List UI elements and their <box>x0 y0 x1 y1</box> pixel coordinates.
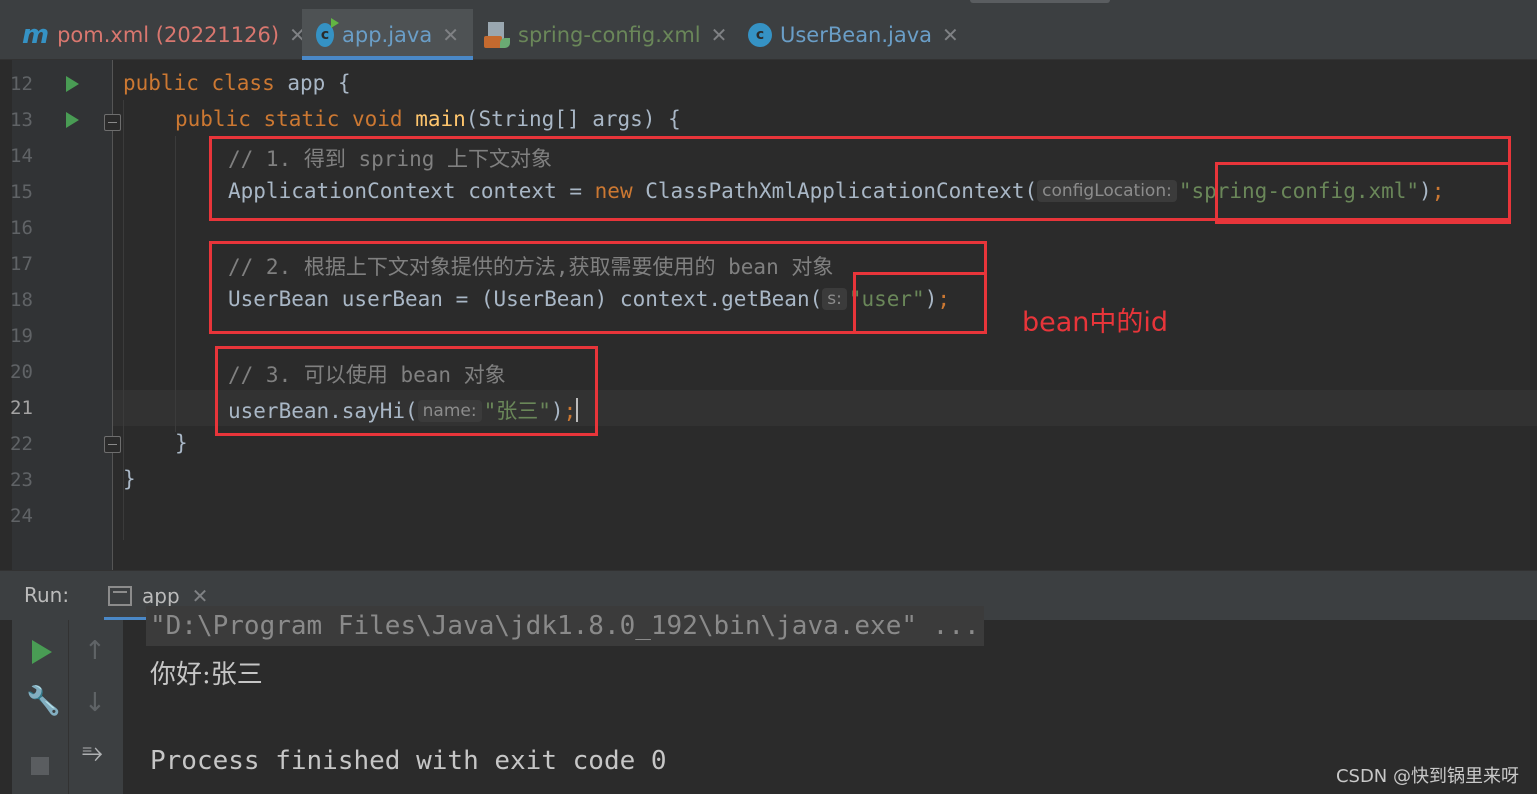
tab-label: spring-config.xml <box>518 22 701 47</box>
java-class-icon: c <box>748 22 772 47</box>
line-number: 17 <box>10 253 33 275</box>
line-number: 20 <box>10 361 33 383</box>
watermark: CSDN @快到锅里来呀 <box>1335 766 1519 787</box>
run-label: Run: <box>24 583 70 607</box>
console-command-line: "D:\Program Files\Java\jdk1.8.0_192\bin\… <box>146 606 984 646</box>
indent-guide <box>175 136 176 432</box>
xml-spring-icon <box>484 21 510 48</box>
stop-icon[interactable] <box>31 757 49 775</box>
line-number: 15 <box>10 181 33 203</box>
tab-label: UserBean.java <box>780 22 933 47</box>
console-exit-line: Process finished with exit code 0 <box>150 746 667 776</box>
fold-icon[interactable] <box>104 436 121 453</box>
tab-label: pom.xml (20221126) <box>57 22 280 47</box>
highlight-box-bean-id <box>853 272 987 334</box>
console-window-icon <box>108 586 132 606</box>
fold-icon[interactable] <box>104 114 121 131</box>
title-strip <box>0 0 1537 9</box>
console-output-line: 你好:张三 <box>150 660 263 690</box>
run-tab-label: app <box>142 584 180 608</box>
highlight-box-config-location <box>1215 162 1511 224</box>
code-line-13: public static void main(String[] args) { <box>175 107 681 131</box>
tab-app-java[interactable]: c app.java ✕ <box>302 9 473 60</box>
close-icon[interactable]: ✕ <box>192 584 209 608</box>
line-number: 13 <box>10 109 33 131</box>
line-number: 24 <box>10 505 33 527</box>
code-line-23: } <box>123 467 136 491</box>
tab-label: app.java <box>342 22 433 47</box>
down-arrow-icon[interactable]: ↓ <box>84 688 106 718</box>
close-icon[interactable]: ✕ <box>711 23 728 47</box>
line-number: 23 <box>10 469 33 491</box>
code-line-22: } <box>175 431 188 455</box>
run-icon[interactable] <box>32 640 52 664</box>
run-class-icon[interactable] <box>66 76 79 92</box>
line-number: 18 <box>10 289 33 311</box>
line-number: 19 <box>10 325 33 347</box>
java-class-run-icon: c <box>316 17 340 47</box>
close-icon[interactable]: ✕ <box>442 23 459 47</box>
code-line-12: public class app { <box>123 71 351 95</box>
tab-spring-config-xml[interactable]: spring-config.xml ✕ <box>484 9 727 60</box>
run-main-icon[interactable] <box>66 112 79 128</box>
tab-userbean-java[interactable]: c UserBean.java ✕ <box>748 9 959 60</box>
line-gutter <box>12 60 112 570</box>
line-number: 21 <box>10 397 33 419</box>
annotation-label: bean中的id <box>1022 307 1169 338</box>
editor-tab-bar: m pom.xml (20221126) ✕ c app.java ✕ spri… <box>0 0 1537 60</box>
up-arrow-icon[interactable]: ↑ <box>84 636 106 666</box>
line-number: 12 <box>10 73 33 95</box>
close-icon[interactable]: ✕ <box>942 23 959 47</box>
line-number: 22 <box>10 433 33 455</box>
wrench-icon[interactable]: 🔧 <box>26 684 61 717</box>
gutter-separator <box>112 60 113 570</box>
line-number: 14 <box>10 145 33 167</box>
drag-handle[interactable] <box>970 0 1110 3</box>
maven-m-icon: m <box>22 19 50 50</box>
tab-pom-xml[interactable]: m pom.xml (20221126) ✕ <box>22 9 306 60</box>
highlight-box-step3 <box>215 346 598 436</box>
soft-wrap-icon[interactable]: ⥱ <box>82 738 103 769</box>
line-number: 16 <box>10 217 33 239</box>
